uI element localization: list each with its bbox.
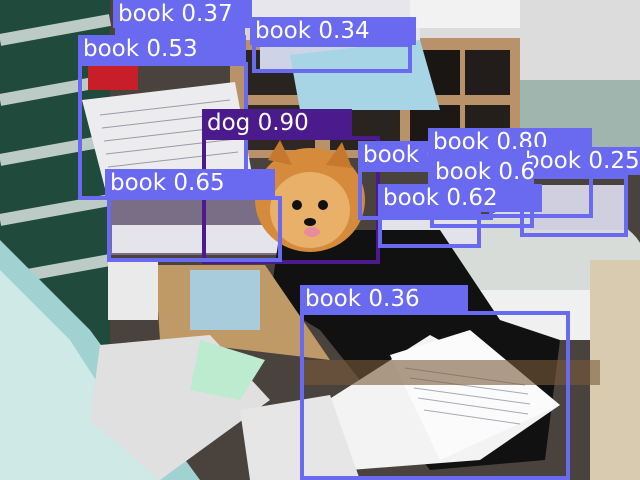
detections-layer: book 0.37 book 0.34 book 0.53 dog 0.90 book … — [0, 0, 640, 480]
detection-scene: book 0.37 book 0.34 book 0.53 dog 0.90 book … — [0, 0, 640, 480]
detection-label: book 0.37 — [113, 0, 252, 28]
detection-label: book 0.25 — [520, 147, 640, 175]
detection-label: book 0.34 — [250, 17, 416, 45]
detection-box — [300, 311, 570, 480]
detection-label: dog 0.90 — [202, 109, 352, 137]
detection-box — [378, 212, 481, 248]
detection-box — [115, 27, 245, 35]
detection-label: book 0.65 — [105, 169, 275, 197]
detection-box — [252, 43, 412, 73]
detection-label: book 0.53 — [78, 35, 246, 63]
detection-label: book 0.62 — [378, 184, 542, 212]
detection-label: book 0.62 — [430, 158, 534, 186]
detection-box — [107, 196, 282, 262]
detection-label: book 0.36 — [300, 285, 468, 313]
